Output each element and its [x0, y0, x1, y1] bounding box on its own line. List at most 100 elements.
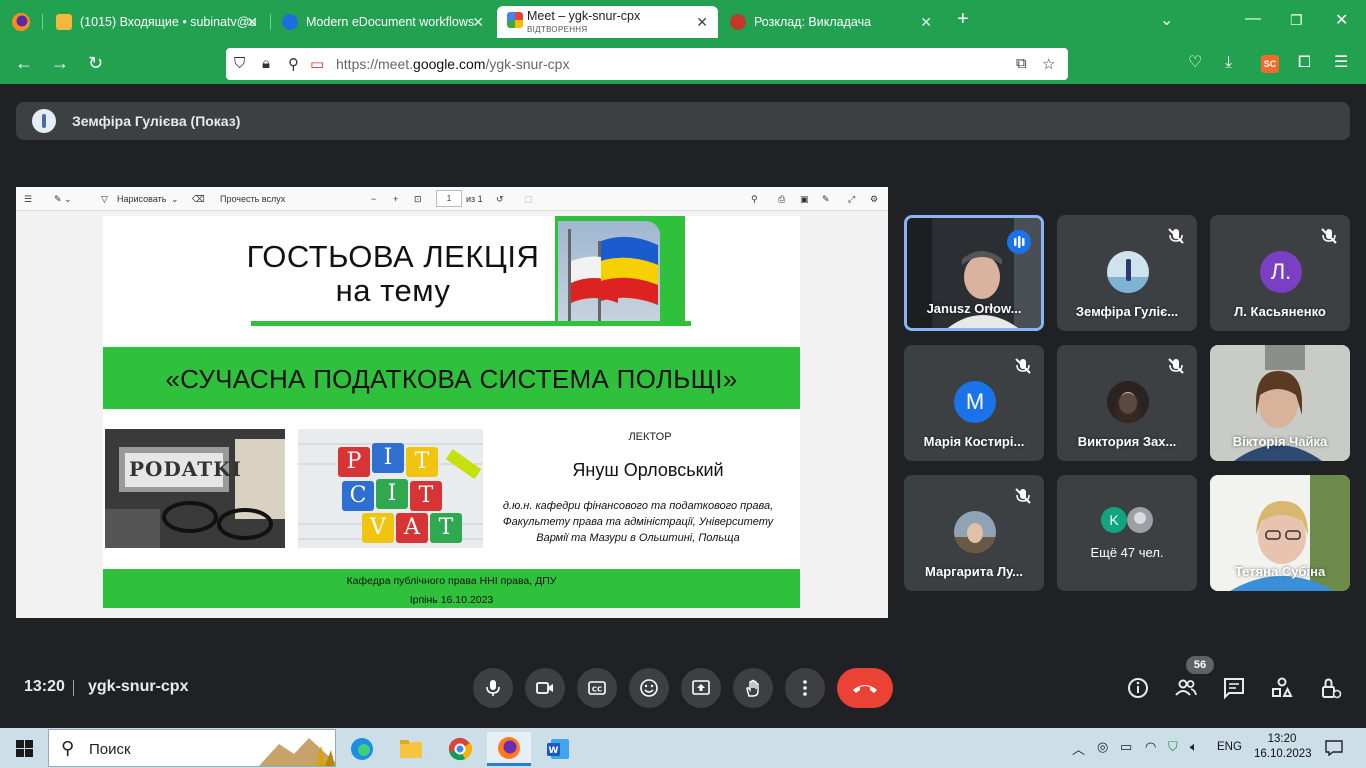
- chevron-down-icon[interactable]: ⌄: [171, 194, 179, 205]
- zoom-in-icon[interactable]: +: [393, 194, 398, 204]
- search-icon[interactable]: ⚲: [751, 194, 758, 205]
- fullscreen-icon[interactable]: ⤢: [848, 194, 855, 205]
- page-number-input[interactable]: 1: [436, 190, 462, 207]
- activities-icon[interactable]: [1270, 676, 1294, 700]
- meeting-clock: 13:20: [24, 678, 65, 695]
- participant-tile[interactable]: Вікторія Чайка: [1210, 345, 1350, 461]
- hand-icon: [746, 679, 759, 697]
- chevron-down-icon[interactable]: ⌄: [1160, 10, 1173, 30]
- save-as-icon[interactable]: ✎: [822, 194, 830, 205]
- firefox-taskbar-app[interactable]: [487, 732, 531, 766]
- chat-icon[interactable]: [1222, 676, 1246, 700]
- sidebar-toggle-icon[interactable]: ☰: [24, 194, 32, 205]
- url-text[interactable]: https://meet.google.com/ygk-snur-cpx: [336, 56, 569, 72]
- participant-tile[interactable]: Маргарита Лу...: [904, 475, 1044, 591]
- restore-icon[interactable]: ❐: [1290, 12, 1303, 29]
- reactions-button[interactable]: [629, 668, 669, 708]
- shield-icon[interactable]: ⛉: [234, 55, 245, 72]
- participant-avatar: [1107, 381, 1149, 423]
- highlight-icon[interactable]: ✎ ⌄: [54, 194, 72, 205]
- bookmark-star-icon[interactable]: ☆: [1042, 55, 1055, 73]
- extension-sc-icon[interactable]: SC: [1261, 55, 1279, 73]
- rotate-icon[interactable]: ↺: [496, 194, 504, 205]
- camera-sharing-icon[interactable]: ▭: [310, 55, 324, 73]
- tab-meet[interactable]: Meet – ygk-snur-cpx ВІДТВОРЕННЯ ✕: [497, 6, 718, 38]
- close-icon[interactable]: ✕: [246, 14, 258, 31]
- more-participants-tile[interactable]: K Ещё 47 чел.: [1057, 475, 1197, 591]
- meeting-info-icon[interactable]: [1126, 676, 1150, 700]
- security-shield-icon[interactable]: ⛉: [1168, 739, 1178, 755]
- tray-chevron-up-icon[interactable]: ︿: [1072, 739, 1085, 758]
- word-taskbar-app[interactable]: W: [536, 732, 580, 766]
- forward-icon[interactable]: →: [51, 53, 69, 73]
- captions-button[interactable]: CC: [577, 668, 617, 708]
- save-icon[interactable]: ▣: [800, 194, 809, 205]
- reload-icon[interactable]: ↻: [88, 53, 103, 73]
- lock-icon[interactable]: 🔒︎: [262, 55, 270, 72]
- draw-icon[interactable]: ▽: [101, 194, 108, 205]
- cube-letter: P: [338, 447, 370, 477]
- language-indicator[interactable]: ENG: [1217, 741, 1242, 753]
- tray-time: 13:20: [1267, 733, 1297, 745]
- edge-taskbar-app[interactable]: [340, 732, 384, 766]
- leave-call-button[interactable]: [837, 668, 893, 708]
- folder-icon: [400, 740, 422, 758]
- podatki-label: PODATKI: [129, 457, 242, 481]
- raise-hand-button[interactable]: [733, 668, 773, 708]
- host-controls-icon[interactable]: [1318, 676, 1342, 700]
- participants-count-badge: 56: [1186, 656, 1214, 674]
- more-options-button[interactable]: [785, 668, 825, 708]
- present-screen-button[interactable]: [681, 668, 721, 708]
- chrome-taskbar-app[interactable]: [438, 732, 482, 766]
- webcam-tray-icon[interactable]: ◎: [1097, 739, 1108, 755]
- back-icon[interactable]: ←: [15, 53, 33, 73]
- zoom-out-icon[interactable]: −: [371, 194, 376, 204]
- download-icon[interactable]: ⤓: [1225, 53, 1232, 73]
- close-icon[interactable]: ✕: [920, 14, 932, 31]
- new-tab-icon[interactable]: +: [957, 8, 969, 31]
- close-icon[interactable]: ✕: [472, 14, 484, 31]
- eraser-icon[interactable]: ⌫: [192, 194, 205, 205]
- participant-tile[interactable]: Тетяна Субіна: [1210, 475, 1350, 591]
- volume-icon[interactable]: 🔈︎: [1190, 739, 1198, 755]
- tab-schedule[interactable]: Розклад: Викладача ✕: [720, 6, 942, 38]
- screen-share-icon[interactable]: ⧉: [1016, 55, 1027, 72]
- notifications-icon[interactable]: [1325, 740, 1343, 756]
- close-icon[interactable]: ✕: [696, 14, 708, 31]
- draw-label[interactable]: Нарисовать: [117, 194, 166, 204]
- settings-gear-icon[interactable]: ⚙: [870, 194, 878, 205]
- address-bar[interactable]: ⛉ 🔒︎ ⚲ ▭ https://meet.google.com/ygk-snu…: [226, 48, 1068, 80]
- permissions-icon[interactable]: ⚲: [288, 55, 299, 73]
- firefox-icon[interactable]: [11, 12, 31, 32]
- wifi-icon[interactable]: ◠: [1145, 739, 1156, 755]
- explorer-taskbar-app[interactable]: [389, 732, 433, 766]
- participant-tile[interactable]: Janusz Orłow...: [904, 215, 1044, 331]
- extensions-icon[interactable]: ⧠: [1298, 53, 1311, 73]
- tab-edocument[interactable]: Modern eDocument workflows ✕: [272, 6, 494, 38]
- presentation-slide: ГОСТЬОВА ЛЕКЦІЯ на тему «СУЧАСНА ПОДАТКО…: [103, 216, 800, 608]
- menu-icon[interactable]: ☰: [1334, 53, 1348, 73]
- taskbar-search-input[interactable]: ⚲ Поиск: [48, 729, 336, 767]
- battery-icon[interactable]: ▭: [1120, 739, 1132, 755]
- participant-tile[interactable]: Земфіра Гуліє...: [1057, 215, 1197, 331]
- fit-page-icon[interactable]: ⊡: [414, 194, 422, 205]
- svg-text:W: W: [549, 746, 559, 756]
- participant-tile[interactable]: Виктория Зах...: [1057, 345, 1197, 461]
- people-icon[interactable]: [1174, 676, 1198, 700]
- read-aloud-button[interactable]: Прочесть вслух: [220, 194, 285, 204]
- participant-tile[interactable]: Л. Л. Касьяненко: [1210, 215, 1350, 331]
- participant-tile[interactable]: М Марія Костирі...: [904, 345, 1044, 461]
- close-window-icon[interactable]: ✕: [1335, 10, 1348, 30]
- microphone-button[interactable]: [473, 668, 513, 708]
- tray-date: 16.10.2023: [1254, 748, 1312, 760]
- participant-avatar: K: [1101, 507, 1127, 533]
- tab-inbox[interactable]: (1015) Входящие • subinatv@u ✕: [46, 6, 268, 38]
- minimize-icon[interactable]: —: [1245, 10, 1261, 28]
- pocket-icon[interactable]: ♡: [1188, 53, 1202, 73]
- windows-start-icon[interactable]: [16, 740, 33, 757]
- print-icon[interactable]: ⎙: [778, 194, 785, 205]
- camera-button[interactable]: [525, 668, 565, 708]
- tray-clock[interactable]: 13:20 16.10.2023: [1254, 732, 1312, 762]
- participant-avatar: Л.: [1260, 251, 1302, 293]
- two-page-icon[interactable]: ▢: [524, 194, 533, 205]
